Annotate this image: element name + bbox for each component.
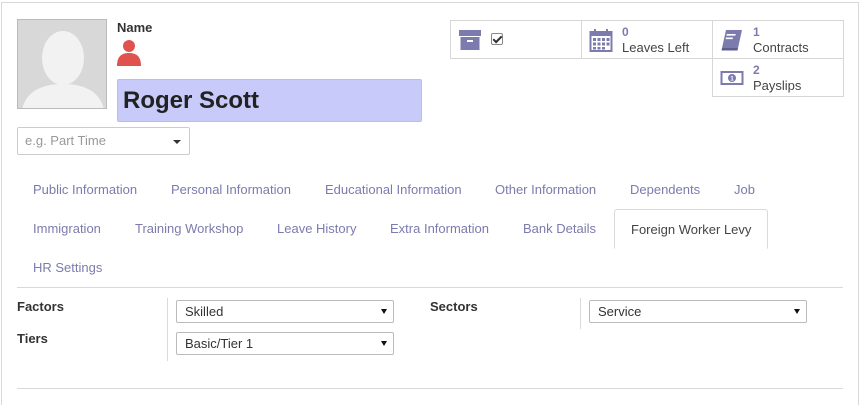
factors-label: Factors: [17, 299, 64, 314]
tab-extra-information[interactable]: Extra Information: [374, 209, 505, 249]
contracts-label: Contracts: [753, 40, 809, 55]
job-type-placeholder: e.g. Part Time: [25, 133, 106, 148]
payslips-count: 2: [753, 63, 760, 77]
tab-immigration[interactable]: Immigration: [17, 209, 117, 249]
tab-job[interactable]: Job: [718, 170, 771, 210]
field-separator: [580, 298, 581, 329]
tiers-value: Basic/Tier 1: [185, 336, 254, 351]
tiers-label: Tiers: [17, 331, 48, 346]
payslips-button[interactable]: 1 2 Payslips: [712, 58, 844, 97]
tab-educational-information[interactable]: Educational Information: [309, 170, 478, 210]
sectors-select[interactable]: Service: [589, 300, 807, 323]
dropdown-arrow-icon: [381, 309, 387, 314]
archive-icon: [459, 30, 481, 50]
employee-name-input[interactable]: Roger Scott: [117, 79, 422, 122]
leaves-left-button[interactable]: 0 Leaves Left: [581, 20, 713, 59]
tiers-select[interactable]: Basic/Tier 1: [176, 332, 394, 355]
section-divider: [17, 388, 843, 389]
dropdown-arrow-icon: [794, 309, 800, 314]
factors-value: Skilled: [185, 304, 224, 319]
tab-bank-details[interactable]: Bank Details: [507, 209, 612, 249]
tab-other-information[interactable]: Other Information: [479, 170, 612, 210]
leaves-left-label: Leaves Left: [622, 40, 690, 55]
dropdown-arrow-icon: [381, 341, 387, 346]
tab-training-workshop[interactable]: Training Workshop: [119, 209, 259, 249]
tabs-divider: [17, 287, 843, 288]
tab-hr-settings[interactable]: HR Settings: [17, 248, 118, 288]
user-status-icon[interactable]: [116, 38, 142, 68]
contracts-button[interactable]: 1 Contracts: [712, 20, 844, 59]
sectors-value: Service: [598, 304, 642, 319]
sectors-label: Sectors: [430, 299, 478, 314]
chevron-down-icon: [173, 140, 181, 144]
factors-select[interactable]: Skilled: [176, 300, 394, 323]
tab-foreign-worker-levy[interactable]: Foreign Worker Levy: [614, 209, 769, 249]
field-separator: [167, 298, 168, 361]
calendar-icon: [589, 29, 613, 52]
contracts-count: 1: [753, 25, 760, 39]
tab-dependents[interactable]: Dependents: [614, 170, 716, 210]
book-icon: [721, 30, 742, 51]
name-label: Name: [117, 20, 153, 35]
job-type-select[interactable]: e.g. Part Time: [17, 127, 190, 155]
payslips-label: Payslips: [753, 78, 802, 93]
active-checkbox[interactable]: [491, 33, 503, 45]
tab-leave-history[interactable]: Leave History: [261, 209, 372, 249]
money-icon: 1: [720, 71, 744, 85]
archive-toggle-button[interactable]: [450, 20, 582, 59]
employee-avatar[interactable]: [17, 19, 107, 109]
avatar-placeholder-icon: [18, 20, 106, 108]
tab-personal-information[interactable]: Personal Information: [155, 170, 307, 210]
leaves-left-count: 0: [622, 25, 629, 39]
tab-public-information[interactable]: Public Information: [17, 170, 153, 210]
